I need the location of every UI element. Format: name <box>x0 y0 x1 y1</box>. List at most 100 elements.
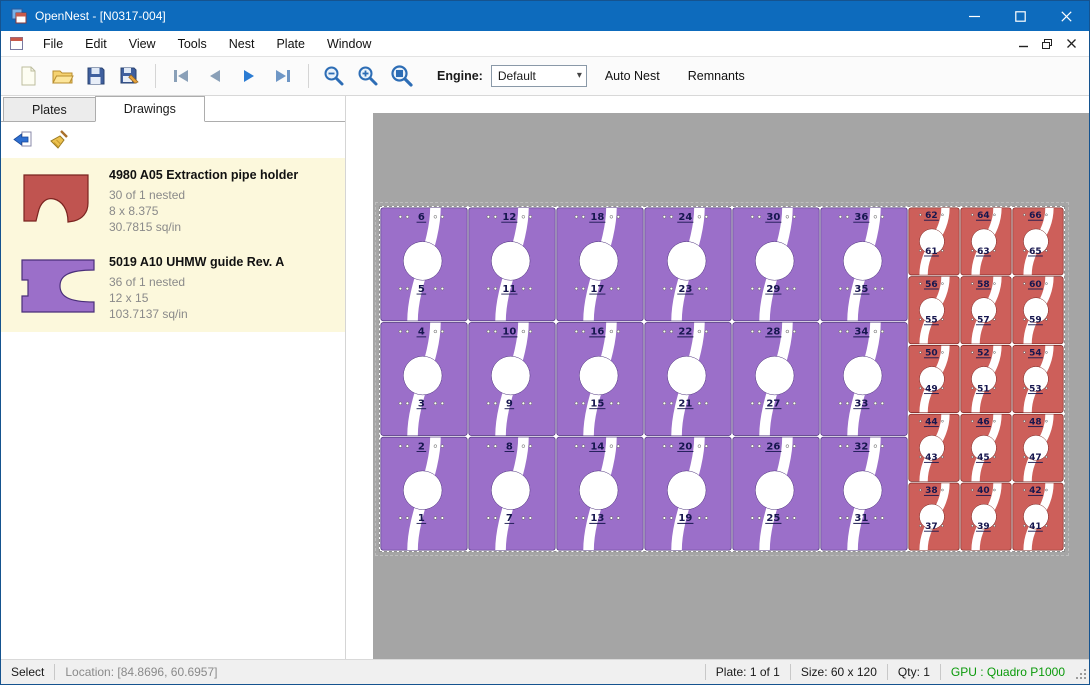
svg-text:28: 28 <box>766 327 780 338</box>
menu-nest[interactable]: Nest <box>218 33 266 55</box>
tab-plates[interactable]: Plates <box>3 97 96 121</box>
list-item[interactable]: 4980 A05 Extraction pipe holder 30 of 1 … <box>1 158 345 245</box>
nest-tile[interactable]: 1817 <box>557 208 643 321</box>
nest-tile[interactable]: 3837 <box>909 483 959 550</box>
nest-tile[interactable]: 5453 <box>1013 345 1063 412</box>
menu-plate[interactable]: Plate <box>265 33 316 55</box>
nest-tile[interactable]: 4443 <box>909 414 959 481</box>
svg-text:33: 33 <box>854 399 868 410</box>
nest-tile[interactable]: 5251 <box>961 345 1011 412</box>
svg-text:23: 23 <box>678 284 692 295</box>
nest-tile[interactable]: 21 <box>381 437 467 550</box>
nest-tile[interactable]: 5857 <box>961 277 1011 344</box>
close-button[interactable] <box>1043 1 1089 31</box>
menu-window[interactable]: Window <box>316 33 382 55</box>
nest-tile[interactable]: 5655 <box>909 277 959 344</box>
nest-tile[interactable]: 4645 <box>961 414 1011 481</box>
drawing-area: 103.7137 sq/in <box>109 306 284 322</box>
nest-tile[interactable]: 2423 <box>645 208 731 321</box>
resize-grip[interactable] <box>1075 660 1089 684</box>
nest-tile[interactable]: 5049 <box>909 345 959 412</box>
nest-tile[interactable]: 1211 <box>469 208 555 321</box>
svg-text:53: 53 <box>1029 384 1042 394</box>
menu-edit[interactable]: Edit <box>74 33 118 55</box>
document-icon <box>9 36 24 51</box>
drawing-title: 5019 A10 UHMW guide Rev. A <box>109 255 284 269</box>
svg-text:39: 39 <box>977 522 990 532</box>
svg-text:38: 38 <box>925 486 938 496</box>
nest-tile[interactable]: 1413 <box>557 437 643 550</box>
svg-text:17: 17 <box>590 284 604 295</box>
svg-text:30: 30 <box>766 212 780 223</box>
drawing-size: 12 x 15 <box>109 290 284 306</box>
list-item[interactable]: 5019 A10 UHMW guide Rev. A 36 of 1 neste… <box>1 245 345 332</box>
svg-text:26: 26 <box>766 441 780 452</box>
menu-view[interactable]: View <box>118 33 167 55</box>
mdi-close-icon[interactable] <box>1059 34 1083 54</box>
zoom-fit-icon <box>389 63 415 89</box>
left-panel: Plates Drawings <box>1 96 346 659</box>
nest-tile[interactable]: 65 <box>381 208 467 321</box>
svg-text:27: 27 <box>766 399 780 410</box>
svg-text:2: 2 <box>418 441 425 452</box>
nest-tile[interactable]: 6059 <box>1013 277 1063 344</box>
mdi-restore-icon[interactable] <box>1035 34 1059 54</box>
svg-text:7: 7 <box>506 513 513 524</box>
title-bar: OpenNest - [N0317-004] <box>1 1 1089 31</box>
nest-canvas[interactable]: 6512111817242330293635431091615222128273… <box>373 113 1089 659</box>
zoom-out-button[interactable] <box>317 60 351 92</box>
nest-tile[interactable]: 6261 <box>909 208 959 275</box>
maximize-button[interactable] <box>997 1 1043 31</box>
svg-text:21: 21 <box>678 399 692 410</box>
nest-tile[interactable]: 87 <box>469 437 555 550</box>
nest-tile[interactable]: 4039 <box>961 483 1011 550</box>
save-button[interactable] <box>79 60 113 92</box>
plate-svg[interactable]: 6512111817242330293635431091615222128273… <box>380 207 1064 551</box>
nest-tile[interactable]: 6665 <box>1013 208 1063 275</box>
next-icon <box>238 65 260 87</box>
svg-text:59: 59 <box>1029 316 1042 326</box>
nest-tile[interactable]: 43 <box>381 322 467 435</box>
last-plate-button[interactable] <box>266 60 300 92</box>
svg-text:10: 10 <box>502 327 516 338</box>
minimize-button[interactable] <box>951 1 997 31</box>
svg-text:47: 47 <box>1029 453 1042 463</box>
svg-text:5: 5 <box>418 284 425 295</box>
mdi-minimize-icon[interactable] <box>1011 34 1035 54</box>
new-button[interactable] <box>11 60 45 92</box>
menu-tools[interactable]: Tools <box>167 33 218 55</box>
previous-plate-button[interactable] <box>198 60 232 92</box>
return-part-button[interactable] <box>9 126 37 154</box>
auto-nest-button[interactable]: Auto Nest <box>595 63 670 89</box>
plate[interactable]: 6512111817242330293635431091615222128273… <box>379 206 1065 552</box>
nest-tile[interactable]: 3433 <box>821 322 907 435</box>
svg-text:14: 14 <box>590 441 604 452</box>
nest-tile[interactable]: 4847 <box>1013 414 1063 481</box>
save-as-button[interactable] <box>113 60 147 92</box>
svg-text:51: 51 <box>977 384 990 394</box>
nest-tile[interactable]: 2625 <box>733 437 819 550</box>
nest-tile[interactable]: 6463 <box>961 208 1011 275</box>
nest-tile[interactable]: 30 29 <box>733 208 819 321</box>
nest-tile[interactable]: 28 27 <box>733 322 819 435</box>
nest-tile[interactable]: 3231 <box>821 437 907 550</box>
zoom-fit-button[interactable] <box>385 60 419 92</box>
open-button[interactable] <box>45 60 79 92</box>
cleanup-button[interactable] <box>45 126 73 154</box>
nest-tile[interactable]: 2019 <box>645 437 731 550</box>
svg-text:9: 9 <box>506 399 513 410</box>
first-plate-button[interactable] <box>164 60 198 92</box>
nest-tile[interactable]: 2221 <box>645 322 731 435</box>
engine-combobox[interactable]: Default ▾ <box>491 65 587 87</box>
next-plate-button[interactable] <box>232 60 266 92</box>
menu-file[interactable]: File <box>32 33 74 55</box>
tab-drawings[interactable]: Drawings <box>95 96 205 122</box>
svg-text:29: 29 <box>766 284 780 295</box>
nest-tile[interactable]: 3635 <box>821 208 907 321</box>
nest-tile[interactable]: 4241 <box>1013 483 1063 550</box>
svg-text:49: 49 <box>925 384 938 394</box>
remnants-button[interactable]: Remnants <box>678 63 755 89</box>
nest-tile[interactable]: 10 9 <box>469 322 555 435</box>
nest-tile[interactable]: 1615 <box>557 322 643 435</box>
zoom-in-button[interactable] <box>351 60 385 92</box>
